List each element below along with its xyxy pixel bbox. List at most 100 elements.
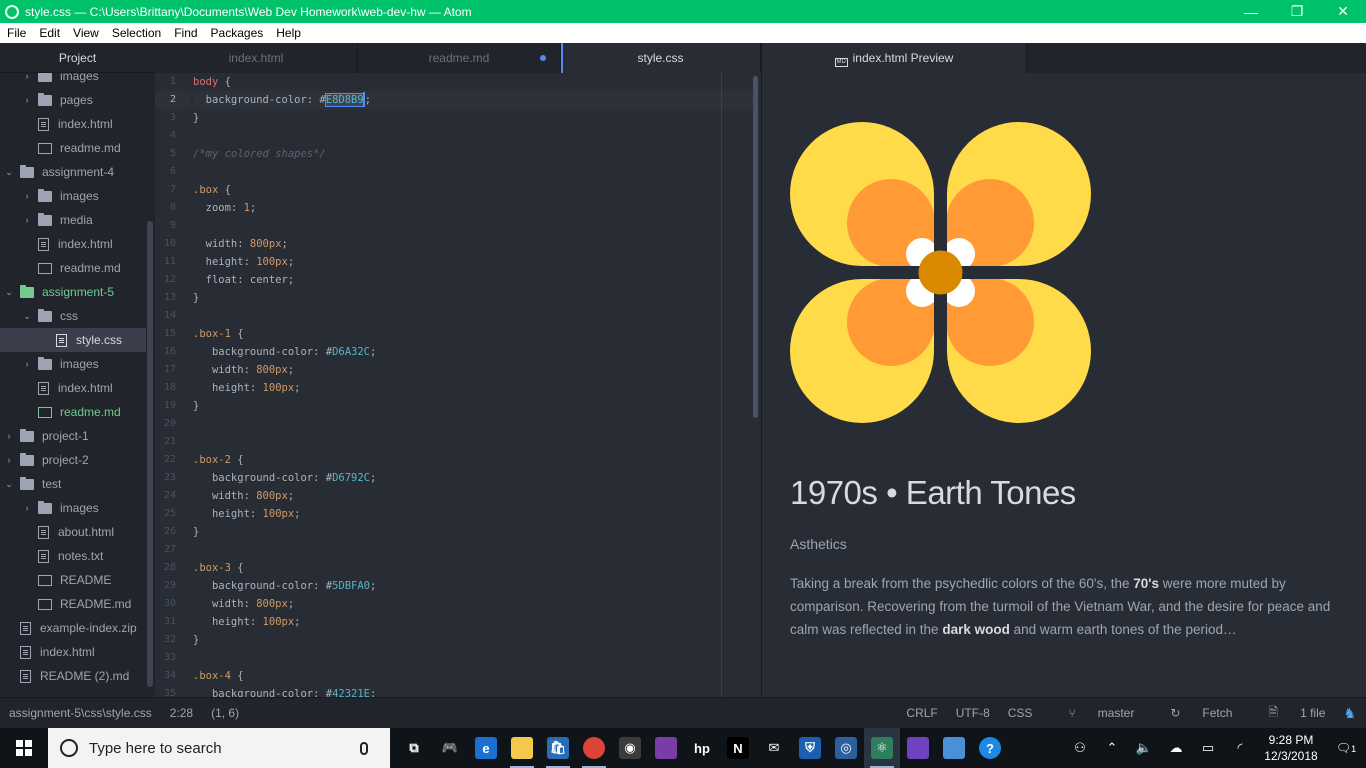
people-icon[interactable]: ⚇	[1064, 740, 1096, 756]
code-line[interactable]: width: 800px;	[193, 595, 753, 613]
clock[interactable]: 9:28 PM 12/3/2018	[1256, 732, 1326, 764]
tree-item[interactable]: › project-1	[0, 424, 146, 448]
code-line[interactable]: .box-4 {	[193, 667, 753, 685]
menu-view[interactable]: View	[66, 26, 105, 40]
status-line-ending[interactable]: CRLF	[906, 706, 937, 720]
tree-item[interactable]: › media	[0, 208, 146, 232]
code-line[interactable]	[193, 217, 753, 235]
code-line[interactable]	[193, 541, 753, 559]
tree-item[interactable]: README.md	[0, 592, 146, 616]
code-line[interactable]: }	[193, 289, 753, 307]
code-line[interactable]: height: 100px;	[193, 379, 753, 397]
tree-item[interactable]: index.html	[0, 376, 146, 400]
taskbar-app[interactable]: ✉	[756, 728, 792, 768]
code-line[interactable]: .box-1 {	[193, 325, 753, 343]
taskbar-app[interactable]: e	[468, 728, 504, 768]
tree-item[interactable]: ⌄ css	[0, 304, 146, 328]
status-branch[interactable]: ⑂ master	[1050, 706, 1134, 720]
code-editor[interactable]: 1 2 3 4 5 6 7 8 9 10 11 12 13 14 15 16 17 18 19 20 21 22 23 24 2…	[155, 73, 761, 697]
tree-item[interactable]: README	[0, 568, 146, 592]
code-line[interactable]: .box-3 {	[193, 559, 753, 577]
taskbar-app[interactable]	[648, 728, 684, 768]
code-line[interactable]: background-color: #D6792C;	[193, 469, 753, 487]
code-line[interactable]: }	[193, 523, 753, 541]
onedrive-icon[interactable]: ☁	[1160, 740, 1192, 756]
status-grammar[interactable]: CSS	[1008, 706, 1033, 720]
taskbar-app[interactable]	[504, 728, 540, 768]
tab-readme-md[interactable]: readme.md	[358, 43, 561, 73]
tree-item[interactable]: › project-2	[0, 448, 146, 472]
tree-item[interactable]: index.html	[0, 640, 146, 664]
start-button[interactable]	[0, 728, 48, 768]
taskbar-app[interactable]: ?	[972, 728, 1008, 768]
code-line[interactable]: width: 800px;	[193, 361, 753, 379]
menu-packages[interactable]: Packages	[204, 26, 270, 40]
code-line[interactable]	[193, 127, 753, 145]
status-encoding[interactable]: UTF-8	[956, 706, 990, 720]
code-line[interactable]: background-color: #5DBFA0;	[193, 577, 753, 595]
tree-item[interactable]: example-index.zip	[0, 616, 146, 640]
code-line[interactable]: .box-2 {	[193, 451, 753, 469]
taskbar-app[interactable]	[576, 728, 612, 768]
tree-item[interactable]: readme.md	[0, 400, 146, 424]
code-line[interactable]	[193, 307, 753, 325]
code-line[interactable]: }	[193, 397, 753, 415]
notification-center-button[interactable]: 🗨1	[1326, 741, 1366, 755]
code-line[interactable]: background-color: #42321E;	[193, 685, 753, 697]
taskbar-app[interactable]: N	[720, 728, 756, 768]
code-line[interactable]	[193, 649, 753, 667]
taskbar-app[interactable]: 🛍	[540, 728, 576, 768]
taskbar-app[interactable]: ◉	[612, 728, 648, 768]
status-changed-files[interactable]: 🗎 1 file	[1250, 703, 1325, 724]
status-file-path[interactable]: assignment-5\css\style.css	[9, 706, 152, 720]
tab-index-html[interactable]: index.html	[155, 43, 358, 73]
code-line[interactable]: float: center;	[193, 271, 753, 289]
close-button[interactable]: ✕	[1320, 0, 1366, 23]
taskbar-app[interactable]: hp	[684, 728, 720, 768]
tree-vertical-scrollbar[interactable]	[147, 221, 153, 687]
tab-style-css[interactable]: style.css	[561, 43, 761, 73]
code-line[interactable]: /*my colored shapes*/	[193, 145, 753, 163]
code-line[interactable]	[193, 163, 753, 181]
tree-item[interactable]: about.html	[0, 520, 146, 544]
code-line[interactable]: body {	[193, 73, 753, 91]
code-line[interactable]: height: 100px;	[193, 253, 753, 271]
tree-item[interactable]: ⌄ assignment-4	[0, 160, 146, 184]
menu-find[interactable]: Find	[167, 26, 203, 40]
wifi-icon[interactable]: ◜	[1224, 740, 1256, 756]
project-tree-header[interactable]: Project	[0, 43, 155, 73]
status-selection-count[interactable]: (1, 6)	[211, 706, 239, 720]
code-line[interactable]	[193, 415, 753, 433]
github-icon[interactable]: ♞	[1343, 705, 1356, 722]
tree-item[interactable]: › images	[0, 184, 146, 208]
code-line[interactable]: height: 100px;	[193, 613, 753, 631]
volume-icon[interactable]: 🔈	[1128, 740, 1160, 756]
code-line[interactable]: }	[193, 109, 753, 127]
tree-item[interactable]: › pages	[0, 88, 146, 112]
editor-vertical-scrollbar[interactable]	[753, 76, 758, 418]
microphone-icon[interactable]	[360, 741, 368, 755]
menu-edit[interactable]: Edit	[32, 26, 66, 40]
code-line[interactable]: background-color: #D6A32C;	[193, 343, 753, 361]
tree-item[interactable]: notes.txt	[0, 544, 146, 568]
code-line[interactable]: height: 100px;	[193, 505, 753, 523]
tree-item[interactable]: index.html	[0, 112, 146, 136]
menu-help[interactable]: Help	[269, 26, 307, 40]
tree-item[interactable]: › images	[0, 496, 146, 520]
restore-button[interactable]: ❐	[1274, 0, 1320, 23]
tree-item[interactable]: ⌄ assignment-5	[0, 280, 146, 304]
taskbar-app[interactable]: ⧉	[396, 728, 432, 768]
taskbar-app[interactable]	[900, 728, 936, 768]
code-line[interactable]: .box {	[193, 181, 753, 199]
tree-item[interactable]: index.html	[0, 232, 146, 256]
tree-item[interactable]: readme.md	[0, 136, 146, 160]
taskbar-app[interactable]: ⚛	[864, 728, 900, 768]
tree-item[interactable]: readme.md	[0, 256, 146, 280]
taskbar-app[interactable]	[936, 728, 972, 768]
code-line[interactable]: zoom: 1;	[193, 199, 753, 217]
code-line[interactable]: width: 800px;	[193, 235, 753, 253]
status-cursor-position[interactable]: 2:28	[170, 706, 193, 720]
tree-item[interactable]: › images	[0, 352, 146, 376]
tree-item[interactable]: ⌄ test	[0, 472, 146, 496]
taskbar-app[interactable]: ⛨	[792, 728, 828, 768]
